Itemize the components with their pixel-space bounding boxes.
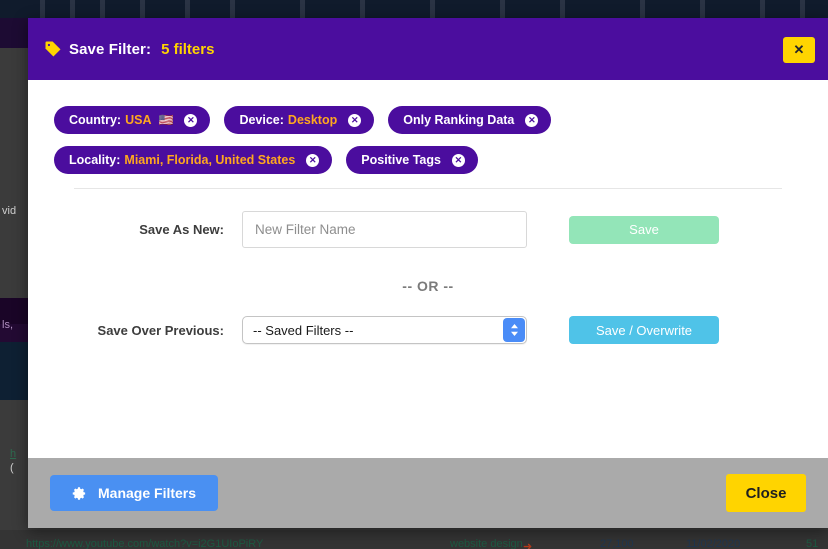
save-over-previous-label: Save Over Previous: bbox=[97, 322, 224, 338]
app-background: vid ls, h ( https://www.youtube.com/watc… bbox=[0, 0, 828, 549]
remove-filter-icon[interactable]: ✕ bbox=[525, 113, 539, 127]
filter-pill-locality[interactable]: Locality: Miami, Florida, United States … bbox=[54, 146, 333, 174]
pill-label: Country: bbox=[69, 113, 122, 127]
background-top-bars bbox=[0, 0, 828, 18]
pill-label: Device: bbox=[239, 113, 284, 127]
pill-label: Positive Tags bbox=[361, 153, 441, 167]
save-as-new-label: Save As New: bbox=[139, 222, 224, 237]
saved-filters-select[interactable]: -- Saved Filters -- bbox=[242, 316, 527, 344]
save-button[interactable]: Save bbox=[569, 215, 719, 244]
pill-value: Desktop bbox=[287, 113, 338, 127]
modal-title: Save Filter: bbox=[69, 40, 152, 58]
save-as-new-row: Save As New: Save bbox=[54, 211, 802, 248]
modal-footer: Manage Filters Close bbox=[28, 458, 828, 528]
background-link-secondary: ( bbox=[10, 462, 14, 474]
background-result-position: 51 bbox=[806, 538, 819, 549]
gear-icon bbox=[72, 486, 86, 500]
save-filter-modal: Save Filter: 5 filters ✕ Country: USA 🇺🇸… bbox=[28, 18, 828, 528]
remove-filter-icon[interactable]: ✕ bbox=[451, 153, 465, 167]
background-result-url[interactable]: https://www.youtube.com/watch?v=i2G1UIoP… bbox=[26, 538, 263, 549]
active-filters-list: Country: USA 🇺🇸 ✕ Device: Desktop ✕ Only… bbox=[54, 102, 802, 174]
filter-pill-positive-tags[interactable]: Positive Tags ✕ bbox=[346, 146, 478, 174]
pill-value: Miami, Florida, United States bbox=[124, 153, 296, 167]
background-video-label: vid bbox=[2, 205, 17, 217]
new-filter-name-input[interactable] bbox=[242, 211, 527, 248]
background-result-volume: 27,100 bbox=[600, 538, 634, 549]
remove-filter-icon[interactable]: ✕ bbox=[348, 113, 362, 127]
filter-count-badge: 5 filters bbox=[161, 40, 215, 58]
manage-filters-label: Manage Filters bbox=[98, 485, 197, 501]
filter-pill-only-ranking-data[interactable]: Only Ranking Data ✕ bbox=[388, 106, 552, 134]
manage-filters-button[interactable]: Manage Filters bbox=[50, 475, 219, 511]
close-button[interactable]: Close bbox=[726, 474, 806, 512]
pill-label: Locality: bbox=[69, 153, 121, 167]
save-overwrite-button[interactable]: Save / Overwrite bbox=[569, 316, 719, 344]
modal-body: Country: USA 🇺🇸 ✕ Device: Desktop ✕ Only… bbox=[28, 80, 828, 458]
background-link[interactable]: h bbox=[10, 448, 16, 460]
remove-filter-icon[interactable]: ✕ bbox=[184, 113, 198, 127]
flag-icon: 🇺🇸 bbox=[158, 113, 174, 127]
filter-pill-row: Country: USA 🇺🇸 ✕ Device: Desktop ✕ Only… bbox=[54, 106, 802, 134]
section-divider bbox=[74, 188, 782, 189]
save-over-previous-row: Save Over Previous: -- Saved Filters -- … bbox=[54, 316, 802, 344]
filter-pill-country[interactable]: Country: USA 🇺🇸 ✕ bbox=[54, 106, 211, 134]
pill-label: Only Ranking Data bbox=[403, 113, 515, 127]
background-result-date: 11/02/2020 bbox=[686, 538, 741, 549]
filter-pill-row: Locality: Miami, Florida, United States … bbox=[54, 146, 802, 174]
trend-arrow-icon: ➜ bbox=[523, 541, 533, 549]
remove-filter-icon[interactable]: ✕ bbox=[306, 153, 320, 167]
tag-icon bbox=[45, 41, 61, 57]
pill-value: USA bbox=[125, 113, 152, 127]
saved-filters-select-wrap: -- Saved Filters -- bbox=[242, 316, 527, 344]
modal-header: Save Filter: 5 filters ✕ bbox=[28, 18, 828, 80]
background-result-keyword[interactable]: website design bbox=[450, 538, 523, 549]
background-locality-label: ls, bbox=[2, 319, 13, 331]
close-icon-button[interactable]: ✕ bbox=[783, 37, 815, 63]
or-separator: -- OR -- bbox=[402, 278, 454, 294]
filter-pill-device[interactable]: Device: Desktop ✕ bbox=[224, 106, 375, 134]
